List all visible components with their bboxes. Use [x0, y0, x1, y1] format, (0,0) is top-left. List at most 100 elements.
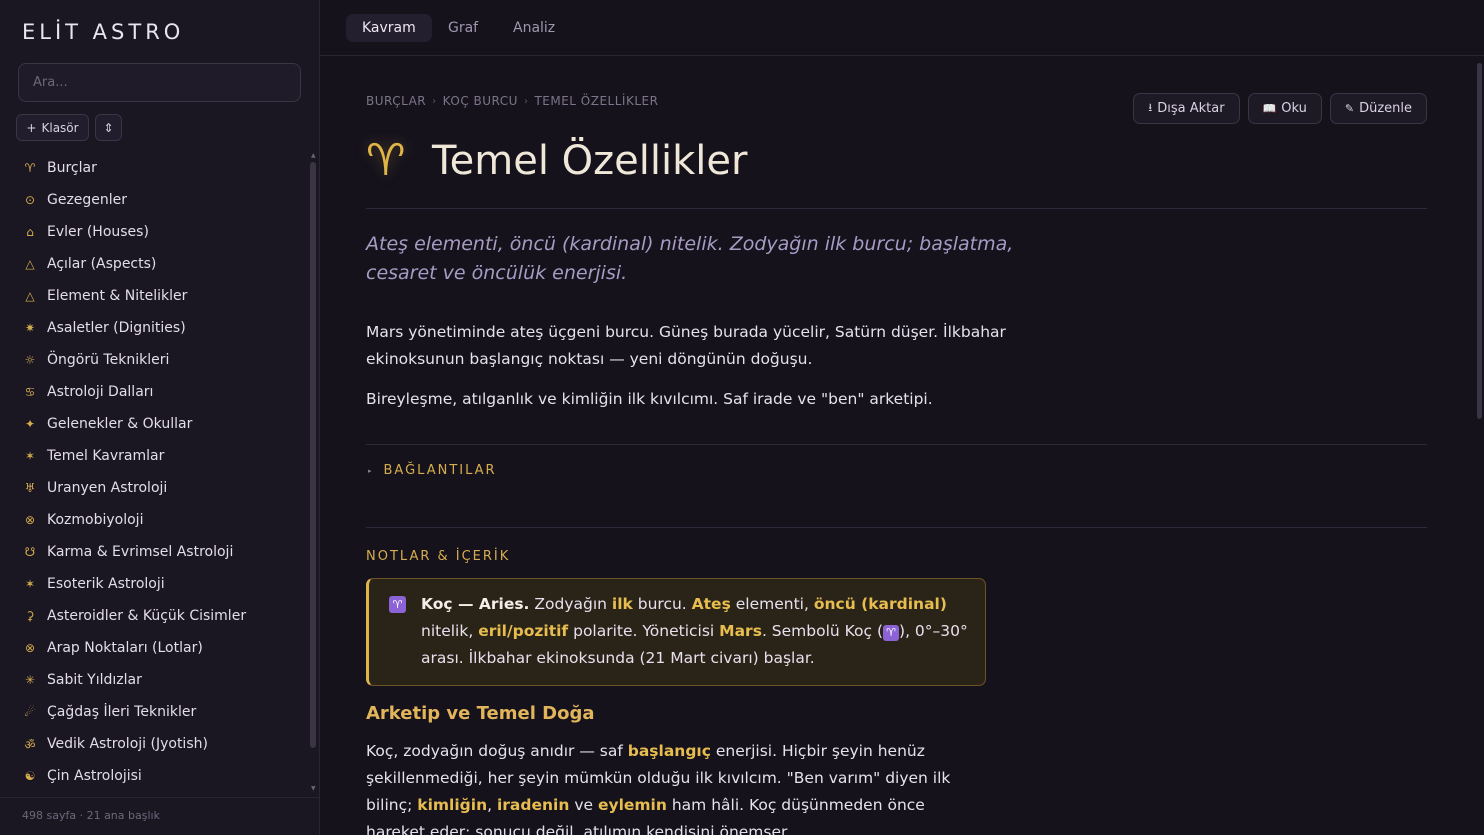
tab-graf[interactable]: Graf	[432, 14, 494, 42]
text-run: ,	[487, 796, 497, 814]
page-title: Temel Özellikler	[432, 137, 748, 184]
sidebar-item[interactable]: ♈ Burçlar	[0, 152, 308, 184]
footer-divider	[0, 797, 320, 798]
sidebar-item[interactable]: ॐ Vedik Astroloji (Jyotish)	[0, 728, 308, 760]
highlight-term: eril/pozitif	[478, 622, 569, 640]
category-icon: △	[25, 257, 35, 271]
sidebar-item[interactable]: ☯ Çin Astrolojisi	[0, 760, 308, 792]
text-run: Koç, zodyağın doğuş anıdır — saf	[366, 742, 628, 760]
category-icon: △	[25, 289, 35, 303]
top-tab-bar: Kavram Graf Analiz	[320, 0, 1484, 56]
text-run: . Sembolü Koç (	[761, 622, 884, 640]
text-run: burcu.	[632, 595, 692, 613]
callout-text: Koç — Aries. Zodyağın ilk burcu. Ateş el…	[421, 591, 976, 672]
sidebar-item[interactable]: ⚳ Asteroidler & Küçük Cisimler	[0, 600, 308, 632]
breadcrumb-item-burclar[interactable]: BURÇLAR	[366, 94, 426, 108]
links-toggle[interactable]: ▸ BAĞLANTILAR	[368, 463, 497, 478]
page-header: ♈ Temel Özellikler	[366, 135, 747, 186]
category-icon: ✦	[24, 417, 36, 431]
sidebar-item-label: Uranyen Astroloji	[47, 480, 168, 496]
sidebar-item-label: Burçlar	[47, 160, 97, 176]
sidebar-item[interactable]: ⊗ Kozmobiyoloji	[0, 504, 308, 536]
sidebar-item-label: Çağdaş İleri Teknikler	[47, 704, 197, 720]
add-folder-button[interactable]: + Klasör	[16, 114, 89, 141]
divider	[366, 527, 1427, 528]
scroll-up-arrow[interactable]: ▲	[311, 152, 316, 159]
plus-icon: +	[26, 120, 37, 135]
sidebar-item[interactable]: △ Element & Nitelikler	[0, 280, 308, 312]
sidebar-item-label: Esoterik Astroloji	[47, 576, 165, 592]
text-run: Zodyağın	[529, 595, 612, 613]
read-button[interactable]: 📖 Oku	[1247, 93, 1322, 124]
sidebar-item-label: Gelenekler & Okullar	[47, 416, 193, 432]
sidebar-item-label: Asaletler (Dignities)	[47, 320, 186, 336]
sidebar-item[interactable]: ⌂ Evler (Houses)	[0, 216, 308, 248]
edit-button[interactable]: ✎ Düzenle	[1329, 93, 1427, 124]
sidebar-item-label: Vedik Astroloji (Jyotish)	[47, 736, 208, 752]
category-icon: ⚳	[25, 609, 35, 623]
paragraph: Bireyleşme, atılganlık ve kimliğin ilk k…	[366, 390, 933, 408]
sidebar-item[interactable]: ✳ Sabit Yıldızlar	[0, 664, 308, 696]
section-title: Arketip ve Temel Doğa	[366, 703, 595, 724]
sidebar-item[interactable]: ⊗ Arap Noktaları (Lotlar)	[0, 632, 308, 664]
sidebar-item-label: Öngörü Teknikleri	[47, 352, 170, 368]
sidebar-item[interactable]: ☼ Öngörü Teknikleri	[0, 344, 308, 376]
sidebar-item-label: Çin Astrolojisi	[47, 768, 142, 784]
notes-heading: NOTLAR & İÇERİK	[366, 549, 511, 564]
sidebar-scrollbar[interactable]	[310, 162, 316, 748]
sidebar-item[interactable]: ☋ Karma & Evrimsel Astroloji	[0, 536, 308, 568]
sort-icon: ⇕	[103, 120, 114, 135]
aries-badge-icon: ♈	[389, 596, 406, 613]
sidebar-item[interactable]: ✦ Gelenekler & Okullar	[0, 408, 308, 440]
sidebar-item[interactable]: ✶ Esoterik Astroloji	[0, 568, 308, 600]
sidebar-item[interactable]: ♋ Astroloji Dalları	[0, 376, 308, 408]
category-icon: ♋	[24, 385, 36, 399]
category-icon: ⊗	[24, 641, 36, 655]
export-button[interactable]: ⭳ Dışa Aktar	[1133, 93, 1240, 124]
divider	[366, 444, 1427, 445]
sidebar-item-label: Sabit Yıldızlar	[47, 672, 142, 688]
category-icon: ⊙	[24, 193, 36, 207]
category-icon: ॐ	[24, 737, 36, 752]
page-lead: Ateş elementi, öncü (kardinal) nitelik. …	[366, 233, 1014, 284]
sidebar: ELİT ASTRO + Klasör ⇕ ♈ Burçlar ⊙ Gezegenle…	[0, 0, 320, 835]
main-scrollbar[interactable]	[1477, 63, 1482, 419]
add-folder-label: Klasör	[41, 120, 79, 135]
links-label: BAĞLANTILAR	[383, 463, 497, 478]
sort-button[interactable]: ⇕	[95, 114, 122, 141]
info-callout: ♈ Koç — Aries. Zodyağın ilk burcu. Ateş …	[366, 578, 986, 686]
highlight-term: kimliğin	[417, 796, 488, 814]
search-input[interactable]	[18, 63, 301, 102]
sidebar-item[interactable]: ⊙ Gezegenler	[0, 184, 308, 216]
breadcrumb-item-current: TEMEL ÖZELLİKLER	[534, 94, 659, 108]
pencil-icon: ✎	[1344, 102, 1355, 115]
tab-kavram[interactable]: Kavram	[346, 14, 432, 42]
brand-logo: ELİT ASTRO	[22, 20, 185, 44]
export-label: Dışa Aktar	[1157, 101, 1225, 116]
tab-analiz[interactable]: Analiz	[497, 14, 571, 42]
highlight-term: öncü (kardinal)	[813, 595, 947, 613]
highlight-term: Mars	[719, 622, 762, 640]
sidebar-item-label: Astroloji Dalları	[47, 384, 154, 400]
text-run: ve	[569, 796, 598, 814]
sidebar-item[interactable]: ✷ Asaletler (Dignities)	[0, 312, 308, 344]
category-icon: ✶	[24, 449, 36, 463]
breadcrumb-item-koc-burcu[interactable]: KOÇ BURCU	[443, 94, 518, 108]
sidebar-item[interactable]: △ Açılar (Aspects)	[0, 248, 308, 280]
bold-term: Koç — Aries.	[421, 595, 530, 613]
book-icon: 📖	[1262, 102, 1277, 115]
page-actions: ⭳ Dışa Aktar 📖 Oku ✎ Düzenle	[1133, 93, 1427, 124]
sidebar-item[interactable]: ✶ Temel Kavramlar	[0, 440, 308, 472]
highlight-term: ilk	[611, 595, 633, 613]
scroll-down-arrow[interactable]: ▼	[311, 785, 316, 792]
caret-right-icon: ▸	[368, 466, 374, 475]
sidebar-item[interactable]: ☄ Çağdaş İleri Teknikler	[0, 696, 308, 728]
sidebar-item[interactable]: ♅ Uranyen Astroloji	[0, 472, 308, 504]
category-icon: ⌂	[26, 225, 34, 239]
sidebar-item-label: Element & Nitelikler	[47, 288, 188, 304]
main-content: BURÇLAR › KOÇ BURCU › TEMEL ÖZELLİKLER ⭳…	[320, 57, 1484, 835]
sidebar-item-label: Asteroidler & Küçük Cisimler	[47, 608, 247, 624]
edit-label: Düzenle	[1359, 101, 1412, 116]
category-icon: ☼	[24, 353, 36, 367]
text-run: elementi,	[730, 595, 814, 613]
